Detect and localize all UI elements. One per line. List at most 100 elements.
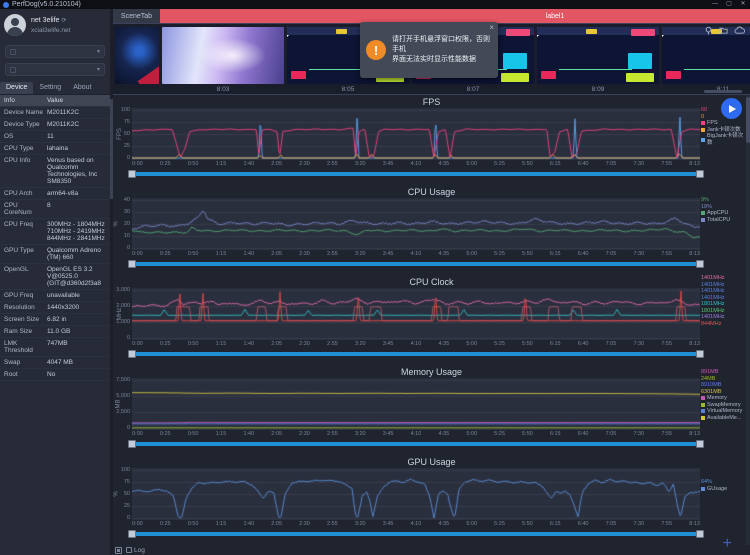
- legend-item[interactable]: GUsage: [701, 486, 748, 493]
- tab-device[interactable]: Device: [0, 82, 33, 94]
- legend-item[interactable]: BigJank卡顿次数: [701, 133, 748, 146]
- permission-toast: ! 请打开手机悬浮窗口权限，否则手机 界面无法实时显示性能数据 ×: [360, 22, 498, 78]
- chart-canvas[interactable]: [132, 288, 700, 340]
- video-thumbnail[interactable]: [115, 27, 159, 93]
- legend-swatch: [701, 409, 705, 413]
- slider-handle-left[interactable]: [128, 350, 136, 358]
- legend-item[interactable]: TotalCPU: [701, 217, 748, 224]
- thumbnail-time: 8:03: [217, 86, 230, 93]
- x-tick-label: 2:55: [327, 251, 338, 259]
- slider-handle-right[interactable]: [696, 440, 704, 448]
- y-tick-label: 2,500: [116, 409, 130, 415]
- slider-track[interactable]: [128, 262, 704, 266]
- toast-close-icon[interactable]: ×: [489, 23, 494, 32]
- y-tick-label: 50: [124, 131, 130, 137]
- x-tick-label: 7:55: [661, 251, 672, 259]
- chart-legend: 64%GUsage: [701, 479, 748, 492]
- legend-swatch: [701, 396, 705, 400]
- video-thumbnail[interactable]: 8:11: [662, 27, 750, 93]
- chart-canvas[interactable]: [132, 378, 700, 430]
- y-tick-label: 30: [124, 209, 130, 215]
- x-tick-label: 0:25: [160, 521, 171, 529]
- device-select[interactable]: ▾: [5, 45, 105, 58]
- strip-scrollbar[interactable]: [704, 90, 742, 93]
- y-tick-label: 25: [124, 503, 130, 509]
- sidebar-tabs: Device Setting About: [0, 82, 110, 95]
- slider-handle-left[interactable]: [128, 530, 136, 538]
- table-row: GPU Frequnavailable: [0, 290, 110, 302]
- range-slider[interactable]: [128, 170, 704, 178]
- video-thumbnail[interactable]: 8:03: [162, 27, 284, 93]
- slider-track[interactable]: [128, 532, 704, 536]
- slider-handle-left[interactable]: [128, 440, 136, 448]
- legend-item[interactable]: AvailableMe...: [701, 415, 748, 422]
- label-bar: label1: [160, 9, 750, 23]
- slider-handle-right[interactable]: [696, 350, 704, 358]
- chart-canvas[interactable]: [132, 108, 700, 160]
- y-tick-label: 25: [124, 143, 130, 149]
- x-tick-label: 2:05: [271, 251, 282, 259]
- legend-swatch: [701, 487, 705, 491]
- slider-handle-right[interactable]: [696, 260, 704, 268]
- pin-icon[interactable]: [704, 26, 713, 35]
- y-axis-label: FPS: [117, 128, 123, 140]
- chart-title: CPU Clock: [113, 276, 750, 288]
- refresh-icon[interactable]: ⟳: [61, 18, 66, 24]
- maximize-button[interactable]: ▢: [722, 0, 736, 9]
- x-tick-label: 4:35: [438, 431, 449, 439]
- y-tick-label: 2,000: [116, 303, 130, 309]
- minimize-button[interactable]: —: [708, 0, 722, 9]
- x-tick-label: 7:05: [606, 251, 617, 259]
- x-tick-label: 7:30: [633, 251, 644, 259]
- slider-track[interactable]: [128, 172, 704, 176]
- slider-handle-left[interactable]: [128, 170, 136, 178]
- charts-scrollbar[interactable]: [746, 95, 750, 545]
- chevron-down-icon: ▾: [97, 48, 100, 55]
- tab-about[interactable]: About: [67, 82, 97, 94]
- scene-tab[interactable]: SceneTab: [113, 9, 160, 23]
- x-tick-label: 1:40: [243, 251, 254, 259]
- range-slider[interactable]: [128, 350, 704, 358]
- y-tick-label: 0: [127, 245, 130, 251]
- slider-handle-right[interactable]: [696, 170, 704, 178]
- cloud-icon[interactable]: [734, 26, 745, 35]
- screenshot-icon[interactable]: [115, 547, 122, 554]
- video-thumbnail[interactable]: 8:09: [537, 27, 659, 93]
- range-slider[interactable]: [128, 530, 704, 538]
- x-tick-label: 2:30: [299, 431, 310, 439]
- x-tick-label: 8:13: [689, 521, 700, 529]
- chart-canvas[interactable]: [132, 198, 700, 250]
- x-tick-label: 7:30: [633, 161, 644, 169]
- legend-swatch: [701, 121, 705, 125]
- table-row: GPU TypeQualcomm Adreno (TM) 660: [0, 245, 110, 264]
- slider-track[interactable]: [128, 442, 704, 446]
- device-info-table: InfoValueDevice NameM2011K2CDevice TypeM…: [0, 95, 110, 381]
- chart-canvas[interactable]: [132, 468, 700, 520]
- x-tick-label: 1:15: [216, 341, 227, 349]
- thumbnail-time: 8:05: [342, 86, 355, 93]
- legend-label: TotalCPU: [707, 217, 730, 224]
- range-slider[interactable]: [128, 260, 704, 268]
- play-button[interactable]: [721, 98, 742, 119]
- slider-handle-right[interactable]: [696, 530, 704, 538]
- folder-icon[interactable]: [719, 26, 728, 35]
- x-tick-label: 0:00: [132, 521, 143, 529]
- chart-title: CPU Usage: [113, 186, 750, 198]
- tab-setting[interactable]: Setting: [33, 82, 67, 94]
- log-checkbox[interactable]: [126, 547, 132, 553]
- x-tick-label: 2:55: [327, 341, 338, 349]
- chevron-down-icon: ▾: [97, 66, 100, 73]
- x-tick-label: 4:10: [411, 431, 422, 439]
- x-tick-label: 8:13: [689, 341, 700, 349]
- warning-icon: !: [366, 40, 386, 60]
- app-select[interactable]: ▾: [5, 63, 105, 76]
- x-tick-label: 5:00: [466, 251, 477, 259]
- x-tick-label: 1:15: [216, 431, 227, 439]
- slider-handle-left[interactable]: [128, 260, 136, 268]
- range-slider[interactable]: [128, 440, 704, 448]
- x-tick-label: 7:05: [606, 521, 617, 529]
- thumbnail-time: 8:07: [467, 86, 480, 93]
- close-button[interactable]: ✕: [736, 0, 750, 9]
- x-tick-label: 2:30: [299, 521, 310, 529]
- slider-track[interactable]: [128, 352, 704, 356]
